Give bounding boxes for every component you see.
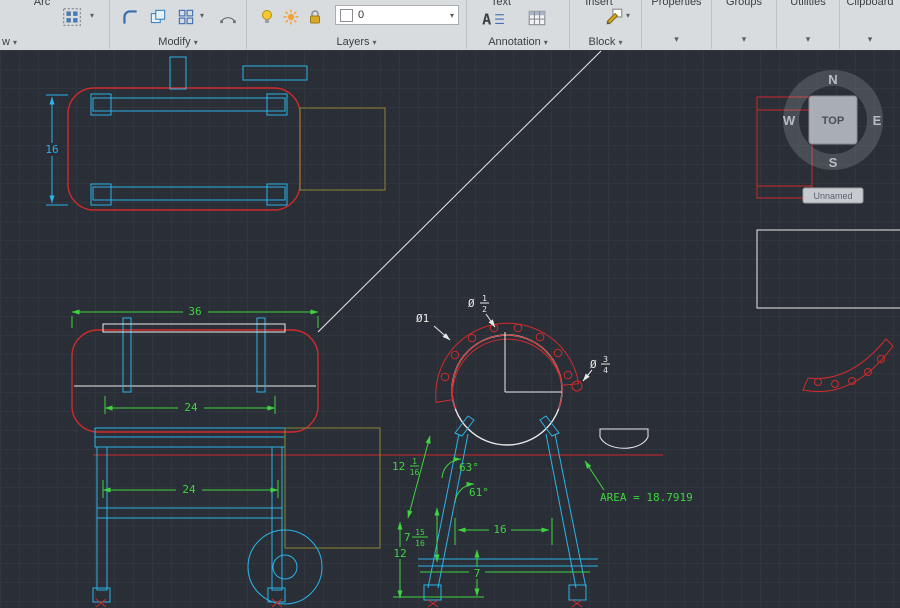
viewcube-north[interactable]: N <box>828 72 837 87</box>
rect-array-button[interactable] <box>172 3 200 31</box>
dim-front-24-barrel: 24 <box>184 401 198 414</box>
viewcube-top-label: TOP <box>822 115 844 127</box>
dim-dia-half-num: 1 <box>482 294 487 303</box>
dim-dia-half-den: 2 <box>482 305 487 314</box>
array-icon <box>62 7 82 27</box>
model-space: 16 36 24 <box>0 50 900 608</box>
foot-markers-end <box>428 600 582 607</box>
svg-text:A: A <box>482 11 491 29</box>
dim-leg-whole: 7 <box>404 531 411 544</box>
dim-stand-16: 16 <box>493 523 506 536</box>
modify-dropdown-caret[interactable]: ▾ <box>200 11 204 20</box>
autocad-window: Arc ▾ w▾ <box>0 0 900 608</box>
panel-groups[interactable]: Groups ▾ <box>712 0 777 49</box>
ribbon: Arc ▾ w▾ <box>0 0 900 51</box>
trough-profile[interactable] <box>600 429 648 448</box>
dim-dia-tq-num: 3 <box>603 355 608 364</box>
drawing-canvas[interactable]: 16 36 24 <box>0 50 900 608</box>
dim-dia-tq-den: 4 <box>603 366 608 375</box>
layer-current-value: 0 <box>358 9 364 21</box>
panel-clipboard-label: Clipboard <box>840 0 900 8</box>
dim-dia-1: Ø1 <box>416 312 429 325</box>
panel-draw: Arc ▾ w▾ <box>0 0 110 49</box>
array-button[interactable] <box>58 3 86 31</box>
panel-layers: 0 ▾ Layers▾ <box>247 0 467 49</box>
arc-button[interactable]: Arc <box>24 0 60 8</box>
panel-annotation: Text A Annotation▾ <box>467 0 570 49</box>
blank-sheet-rect[interactable] <box>757 230 900 308</box>
dim-topview-16: 16 <box>45 143 58 156</box>
layer-select-caret[interactable]: ▾ <box>450 11 454 20</box>
panel-utilities[interactable]: Utilities ▾ <box>777 0 840 49</box>
insert-block-icon <box>604 7 624 27</box>
lightbulb-icon <box>258 8 276 26</box>
text-style-icon: A <box>480 8 506 28</box>
dim-slant-whole: 12 <box>392 460 405 473</box>
dim-front-24-shelf: 24 <box>182 483 196 496</box>
dim-front-36: 36 <box>188 305 201 318</box>
copy-icon <box>148 7 168 27</box>
measure-arc-icon <box>218 7 238 27</box>
dim-leg-den: 16 <box>415 539 425 548</box>
layer-lock-button[interactable] <box>303 5 327 29</box>
dim-slant-den: 16 <box>410 468 420 477</box>
panel-layers-label[interactable]: Layers▾ <box>247 36 466 48</box>
ucs-label: Unnamed <box>813 191 852 201</box>
table-button[interactable] <box>523 4 551 32</box>
panel-block: Insert ▾ Block▾ <box>570 0 642 49</box>
panel-utilities-label: Utilities <box>777 0 839 8</box>
panel-modify: ▾ Modify▾ <box>110 0 247 49</box>
dim-stand-7: 7 <box>474 567 481 580</box>
viewcube-east[interactable]: E <box>873 113 882 128</box>
panel-groups-label: Groups <box>712 0 776 8</box>
dim-dia-half-sym: Ø <box>468 297 475 310</box>
dim-angle-61: 61° <box>469 486 489 499</box>
layer-color-swatch <box>340 9 353 22</box>
properties-expand-caret[interactable]: ▾ <box>642 34 711 45</box>
panel-modify-label[interactable]: Modify▾ <box>110 36 246 48</box>
dim-angle-63: 63° <box>459 461 479 474</box>
viewcube-west[interactable]: W <box>783 113 796 128</box>
foot-markers-front <box>96 599 282 607</box>
panel-block-label[interactable]: Block▾ <box>570 36 641 48</box>
sun-icon <box>282 8 300 26</box>
area-label: AREA = 18.7919 <box>600 491 693 504</box>
panel-annotation-label[interactable]: Annotation▾ <box>467 36 569 48</box>
layer-freeze-button[interactable] <box>279 5 303 29</box>
fillet-icon <box>120 7 140 27</box>
panel-properties-label: Properties <box>642 0 711 8</box>
flange-segment-part[interactable] <box>803 339 893 392</box>
layer-on-button[interactable] <box>255 5 279 29</box>
lock-icon <box>306 8 324 26</box>
rect-array-icon <box>176 7 196 27</box>
fillet-button[interactable] <box>116 3 144 31</box>
groups-expand-caret[interactable]: ▾ <box>712 34 776 45</box>
dim-slant-num: 1 <box>412 457 417 466</box>
area-annotation[interactable]: AREA = 18.7919 <box>585 461 693 504</box>
text-style-button[interactable]: A <box>477 6 509 30</box>
panel-clipboard[interactable]: Clipboard ▾ <box>840 0 900 49</box>
panel-properties[interactable]: Properties ▾ <box>642 0 712 49</box>
block-dropdown-caret[interactable]: ▾ <box>626 11 630 20</box>
diagonal-construction-line[interactable] <box>318 51 601 332</box>
smoker-front-view[interactable]: 36 24 24 <box>72 305 380 607</box>
edit-block-button[interactable] <box>600 3 628 31</box>
flange-bolt-holes <box>441 324 572 381</box>
measure-button[interactable] <box>214 3 242 31</box>
panel-draw-label[interactable]: w▾ <box>2 36 17 48</box>
clipboard-expand-caret[interactable]: ▾ <box>840 34 900 45</box>
smoker-end-view[interactable]: Ø1 Ø 1 2 Ø 3 4 <box>390 294 610 607</box>
viewcube-south[interactable]: S <box>829 155 838 170</box>
dim-leg-num: 15 <box>415 528 425 537</box>
layer-select[interactable]: 0 ▾ <box>335 5 459 25</box>
array-dropdown-caret[interactable]: ▾ <box>90 11 94 20</box>
dim-dia-tq-sym: Ø <box>590 358 597 371</box>
viewcube[interactable]: N W E S TOP Unnamed <box>783 72 882 203</box>
utilities-expand-caret[interactable]: ▾ <box>777 34 839 45</box>
dim-stand-12: 12 <box>393 547 406 560</box>
copy-button[interactable] <box>144 3 172 31</box>
smoker-top-view[interactable]: 16 <box>42 57 385 210</box>
table-icon <box>527 9 547 27</box>
